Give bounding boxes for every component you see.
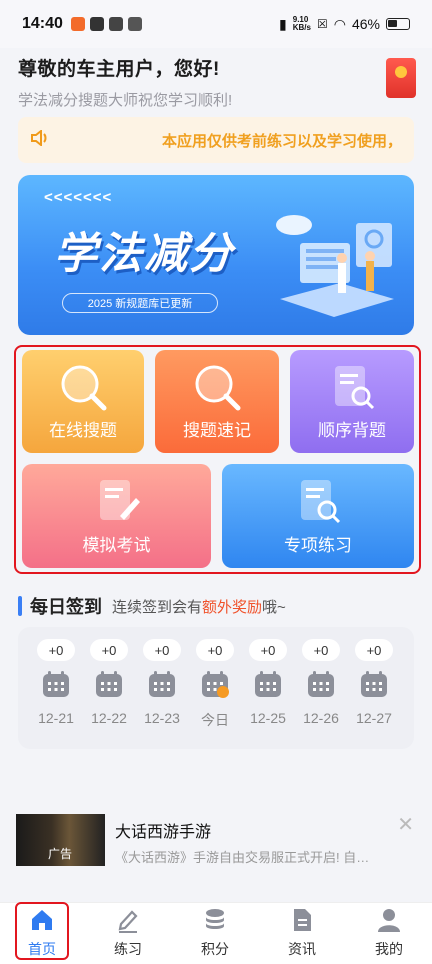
points-pill: +0 [196,639,234,661]
signin-date: 12-21 [38,710,74,726]
signin-date: 今日 [201,712,229,728]
greeting-subtitle: 学法减分搜题大师祝您学习顺利! [18,92,233,109]
user-icon [378,909,400,932]
app-notification-icon [70,17,85,31]
magnifier-icon [61,365,107,411]
sequential-study-label: 顺序背题 [318,421,386,440]
topic-practice-label: 专项练习 [284,536,352,555]
battery-icon [386,18,410,30]
banner-tag: 2025 新规题库已更新 [62,293,218,313]
tab-label: 我的 [375,941,403,957]
quick-memorize-label: 搜题速记 [183,421,251,440]
exam-paper-icon [99,480,140,520]
wifi-icon: ◠ [333,15,346,32]
signin-date: 12-27 [356,710,392,726]
banner-illustration [276,215,394,317]
banner-title: 学法减分 [54,230,234,278]
vibrate-icon: ▮ [279,15,287,32]
online-search-button[interactable]: 在线搜题 [22,350,144,453]
section-accent-bar [18,596,22,616]
ad-label: 广告 [48,847,73,861]
signin-day[interactable]: +0 12-27 [354,639,394,726]
status-bar: 14:40 ▮ 9.10 KB/s ☒ ◠ 46% [0,0,432,48]
tab-news[interactable]: 资讯 [272,907,332,959]
ad-banner[interactable]: 广告 大话西游手游 《大话西游》手游自由交易服正式开启! 自… ✕ [16,814,420,868]
home-tab-highlight [15,902,69,960]
document-search-icon [335,366,375,410]
tab-label: 积分 [201,941,229,957]
red-envelope-icon[interactable] [386,58,416,98]
tab-practice[interactable]: 练习 [98,907,158,959]
signin-day[interactable]: +0 12-23 [142,639,182,726]
signin-date: 12-25 [250,710,286,726]
sequential-study-button[interactable]: 顺序背题 [290,350,414,453]
signin-day[interactable]: +0 12-25 [248,639,288,726]
no-sim-icon: ☒ [316,17,328,31]
message-notification-icon [108,17,123,31]
tab-label: 练习 [114,941,142,957]
points-pill: +0 [90,639,128,661]
notice-text: 本应用仅供考前练习以及学习使用， [161,132,402,150]
online-search-label: 在线搜题 [49,421,117,440]
signin-day-today[interactable]: +0 今日 [195,639,235,730]
calendar-icon [43,671,69,697]
points-pill: +0 [37,639,75,661]
points-pill: +0 [302,639,340,661]
status-time: 14:40 [22,15,63,32]
calendar-icon [308,671,334,697]
pen-icon [118,910,138,933]
signin-calendar: +0 12-21 +0 12-22 +0 12-23 +0 今日 +0 12-2… [18,627,414,749]
close-icon[interactable]: ✕ [397,812,414,837]
coins-icon [206,909,224,929]
quick-memorize-button[interactable]: 搜题速记 [155,350,279,453]
greeting-title: 尊敬的车主用户，您好! [18,59,220,80]
play-notification-icon [89,17,104,31]
mail-notification-icon [127,17,142,31]
feature-grid: 在线搜题 搜题速记 顺序背题 模拟考试 专项练习 [14,345,421,574]
calendar-icon [149,671,175,697]
daily-signin-header: 每日签到 连续签到会有 额外奖励 哦~ [18,593,286,619]
daily-signin-sub-prefix: 连续签到会有 [112,598,203,616]
tab-mine[interactable]: 我的 [359,907,419,959]
ad-title: 大话西游手游 [115,824,212,841]
calendar-today-icon [202,671,229,698]
calendar-icon [361,671,387,697]
document-icon [294,909,311,931]
mock-exam-button[interactable]: 模拟考试 [22,464,211,568]
points-pill: +0 [249,639,287,661]
magnifier-icon [195,365,241,411]
calendar-icon [96,671,122,697]
daily-signin-sub-suffix: 哦~ [262,598,286,616]
greeting: 尊敬的车主用户，您好! 学法减分搜题大师祝您学习顺利! [18,54,378,110]
ad-description: 《大话西游》手游自由交易服正式开启! 自… [115,850,370,865]
speaker-icon [30,128,58,151]
points-pill: +0 [355,639,393,661]
battery-percent: 46% [351,16,380,32]
calendar-icon [255,671,281,697]
points-pill: +0 [143,639,181,661]
banner-arrows: <<<<<<< [44,189,113,206]
ad-thumbnail: 广告 [16,814,105,866]
mock-exam-label: 模拟考试 [82,536,151,555]
signin-date: 12-23 [144,710,180,726]
tab-label: 资讯 [288,941,316,957]
signin-date: 12-26 [303,710,339,726]
document-search-icon [301,480,341,524]
daily-signin-highlight: 额外奖励 [202,598,263,616]
signin-day[interactable]: +0 12-21 [36,639,76,726]
notice-bar[interactable]: 本应用仅供考前练习以及学习使用， [18,117,414,163]
tab-points[interactable]: 积分 [185,907,245,959]
topic-practice-button[interactable]: 专项练习 [222,464,414,568]
network-speed: 9.10 KB/s [292,15,311,32]
signin-day[interactable]: +0 12-22 [89,639,129,726]
promo-banner[interactable]: <<<<<<< 学法减分 2025 新规题库已更新 [18,175,414,335]
daily-signin-title: 每日签到 [30,597,102,617]
signin-day[interactable]: +0 12-26 [301,639,341,726]
signin-date: 12-22 [91,710,127,726]
